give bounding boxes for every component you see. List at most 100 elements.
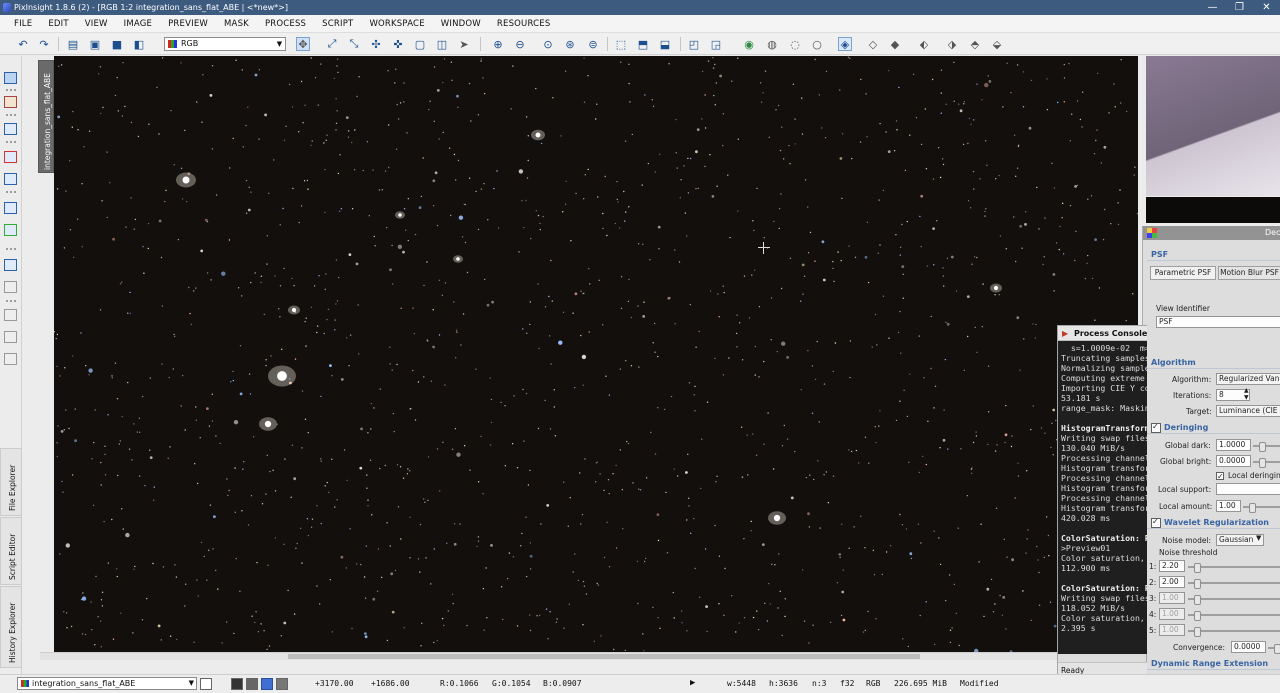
menu-workspace[interactable]: WORKSPACE: [369, 19, 424, 29]
fit-view-icon[interactable]: ⬚: [614, 37, 628, 51]
menu-script[interactable]: SCRIPT: [322, 19, 353, 29]
center-icon[interactable]: ✜: [391, 37, 405, 51]
convergence-input[interactable]: 0.0000: [1231, 641, 1266, 653]
psf-section[interactable]: PSF: [1147, 248, 1280, 261]
image-container-icon[interactable]: [4, 202, 17, 214]
tab-history-explorer[interactable]: History Explorer: [0, 586, 22, 668]
zoom-fit-icon[interactable]: ⤢: [325, 37, 339, 51]
delete-preview-icon[interactable]: ◲: [709, 37, 723, 51]
history-panel-icon[interactable]: [4, 309, 17, 321]
menu-file[interactable]: FILE: [14, 19, 32, 29]
view-identifier-input[interactable]: PSF: [1156, 316, 1280, 328]
menu-process[interactable]: PROCESS: [265, 19, 306, 29]
mask-remove-icon[interactable]: ○: [810, 37, 824, 51]
new-image-icon[interactable]: ▣: [88, 37, 102, 51]
readout-panel-icon[interactable]: [4, 281, 17, 293]
stf-auto-icon[interactable]: ◇: [866, 37, 880, 51]
zoom-region-icon[interactable]: ⤡: [347, 37, 361, 51]
stf-link-icon[interactable]: ⬖: [917, 37, 931, 51]
play-icon[interactable]: ▶: [690, 678, 695, 688]
view-options-button[interactable]: [200, 678, 212, 690]
layer-threshold-input[interactable]: 1.00: [1159, 624, 1185, 636]
close-button[interactable]: ✕: [1253, 0, 1280, 15]
process-explorer-icon[interactable]: [4, 96, 17, 108]
histogram-panel-icon[interactable]: [4, 353, 17, 365]
object-explorer-icon[interactable]: [4, 173, 17, 185]
bg-blue-button[interactable]: [261, 678, 273, 690]
bg-gray-button[interactable]: [246, 678, 258, 690]
menu-window[interactable]: WINDOW: [441, 19, 481, 29]
readout-icon[interactable]: ▢: [413, 37, 427, 51]
layer-threshold-slider[interactable]: [1188, 611, 1280, 621]
scrollbar-thumb[interactable]: [288, 654, 920, 659]
statistics-panel-icon[interactable]: [4, 331, 17, 343]
color-channel-icon[interactable]: ■: [110, 37, 124, 51]
zoom-optimal-icon[interactable]: ⊜: [586, 37, 600, 51]
mask-invert-icon[interactable]: ◌: [788, 37, 802, 51]
redo-icon[interactable]: ↷: [37, 37, 51, 51]
tab-script-editor[interactable]: Script Editor: [0, 517, 22, 585]
workspace-icon[interactable]: [4, 72, 17, 84]
dynamic-crop-icon[interactable]: ◫: [435, 37, 449, 51]
algorithm-section[interactable]: Algorithm: [1147, 356, 1280, 369]
view-selector[interactable]: integration_sans_flat_ABE ▼: [17, 677, 197, 690]
menu-resources[interactable]: RESOURCES: [497, 19, 551, 29]
view-explorer-icon[interactable]: [4, 123, 17, 135]
deringing-section[interactable]: Deringing: [1147, 420, 1280, 434]
script-icon[interactable]: [4, 224, 17, 236]
horizontal-scrollbar[interactable]: [40, 652, 1138, 660]
bg-dark-gray-button[interactable]: [276, 678, 288, 690]
layer-threshold-input[interactable]: 2.00: [1159, 576, 1185, 588]
deconvolution-header[interactable]: Deconvolution: [1143, 226, 1280, 240]
pointer-icon[interactable]: ➤: [457, 37, 471, 51]
zoom-in-icon[interactable]: ⊕: [491, 37, 505, 51]
edit-preview-icon[interactable]: ⬓: [658, 37, 672, 51]
global-bright-slider[interactable]: [1253, 458, 1280, 468]
stf-enable-icon[interactable]: ◈: [838, 37, 852, 51]
layer-threshold-slider[interactable]: [1188, 595, 1280, 605]
tab-parametric-psf[interactable]: Parametric PSF: [1150, 266, 1216, 280]
move-icon[interactable]: ✣: [369, 37, 383, 51]
undo-icon[interactable]: ↶: [16, 37, 30, 51]
spin-arrows-icon[interactable]: ▲ ▼: [1244, 387, 1249, 401]
stf-clear-icon[interactable]: ⬙: [990, 37, 1004, 51]
process-console-header[interactable]: Process Console: [1058, 326, 1147, 341]
panel-icon[interactable]: [4, 259, 17, 271]
global-bright-input[interactable]: 0.0000: [1216, 455, 1251, 467]
image-view-tab[interactable]: integration_sans_flat_ABE: [38, 60, 54, 173]
pan-mode-icon[interactable]: ✥: [296, 37, 310, 51]
convergence-slider[interactable]: [1268, 644, 1280, 654]
zoom-1-1-icon[interactable]: ⊙: [541, 37, 555, 51]
channel-select[interactable]: RGB ▼: [164, 37, 286, 51]
new-preview-icon[interactable]: ◰: [687, 37, 701, 51]
image-info-icon[interactable]: ▤: [66, 37, 80, 51]
layer-threshold-slider[interactable]: [1188, 579, 1280, 589]
tab-motion-blur-psf[interactable]: Motion Blur PSF: [1218, 266, 1280, 280]
preview-icon[interactable]: ⬒: [636, 37, 650, 51]
local-support-input[interactable]: [1216, 483, 1280, 495]
image-viewport[interactable]: [54, 56, 1138, 652]
layer-threshold-input[interactable]: 2.20: [1159, 560, 1185, 572]
dynamic-range-extension-section[interactable]: Dynamic Range Extension: [1147, 657, 1280, 670]
layer-threshold-input[interactable]: 1.00: [1159, 608, 1185, 620]
zoom-out-icon[interactable]: ⊖: [513, 37, 527, 51]
stf-edit-icon[interactable]: ⬗: [945, 37, 959, 51]
minimize-button[interactable]: —: [1199, 0, 1226, 15]
menu-preview[interactable]: PREVIEW: [168, 19, 208, 29]
mask-show-icon[interactable]: ◍: [765, 37, 779, 51]
format-explorer-icon[interactable]: [4, 151, 17, 163]
rgb-working-space-icon[interactable]: ◧: [132, 37, 146, 51]
zoom-to-fit-icon[interactable]: ⊛: [563, 37, 577, 51]
layer-threshold-slider[interactable]: [1188, 627, 1280, 637]
stf-reset-icon[interactable]: ◆: [888, 37, 902, 51]
mask-enable-icon[interactable]: ◉: [742, 37, 756, 51]
local-deringing-checkbox[interactable]: ✓: [1216, 472, 1224, 481]
algorithm-select[interactable]: Regularized Van Cittert: [1216, 373, 1280, 385]
menu-image[interactable]: IMAGE: [124, 19, 152, 29]
maximize-button[interactable]: ❐: [1226, 0, 1253, 15]
bg-black-button[interactable]: [231, 678, 243, 690]
navigator-thumbnail[interactable]: [1146, 56, 1280, 223]
menu-edit[interactable]: EDIT: [48, 19, 68, 29]
wavelet-regularization-section[interactable]: Wavelet Regularization: [1147, 515, 1280, 529]
global-dark-input[interactable]: 1.0000: [1216, 439, 1251, 451]
